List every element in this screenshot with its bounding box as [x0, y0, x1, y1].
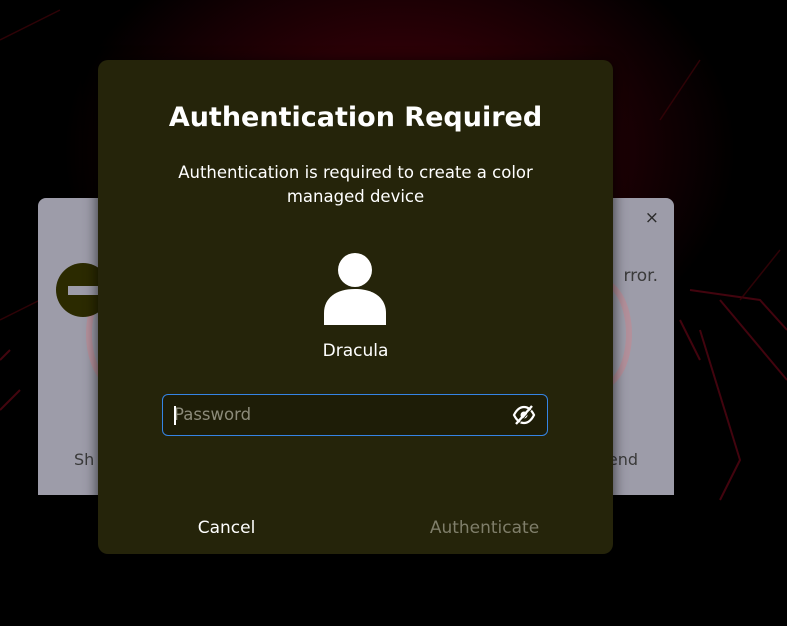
text-caret — [174, 406, 176, 425]
close-icon[interactable]: × — [645, 208, 659, 228]
desktop-background: × rror. Sh end Authentication Required A… — [0, 0, 787, 626]
dialog-title: Authentication Required — [168, 102, 543, 133]
dialog-message: Authentication is required to create a c… — [178, 163, 533, 206]
eye-hidden-icon[interactable] — [512, 404, 536, 426]
authentication-dialog: Authentication Required Authentication i… — [98, 60, 613, 554]
password-field[interactable] — [162, 394, 548, 436]
password-input[interactable] — [174, 395, 494, 434]
authenticate-button[interactable]: Authenticate — [356, 500, 613, 554]
background-dialog-message: rror. — [623, 266, 658, 286]
background-dialog-left-button[interactable]: Sh — [74, 450, 94, 469]
cancel-button[interactable]: Cancel — [98, 500, 355, 554]
user-name: Dracula — [322, 341, 389, 361]
user-avatar-icon — [324, 253, 386, 325]
